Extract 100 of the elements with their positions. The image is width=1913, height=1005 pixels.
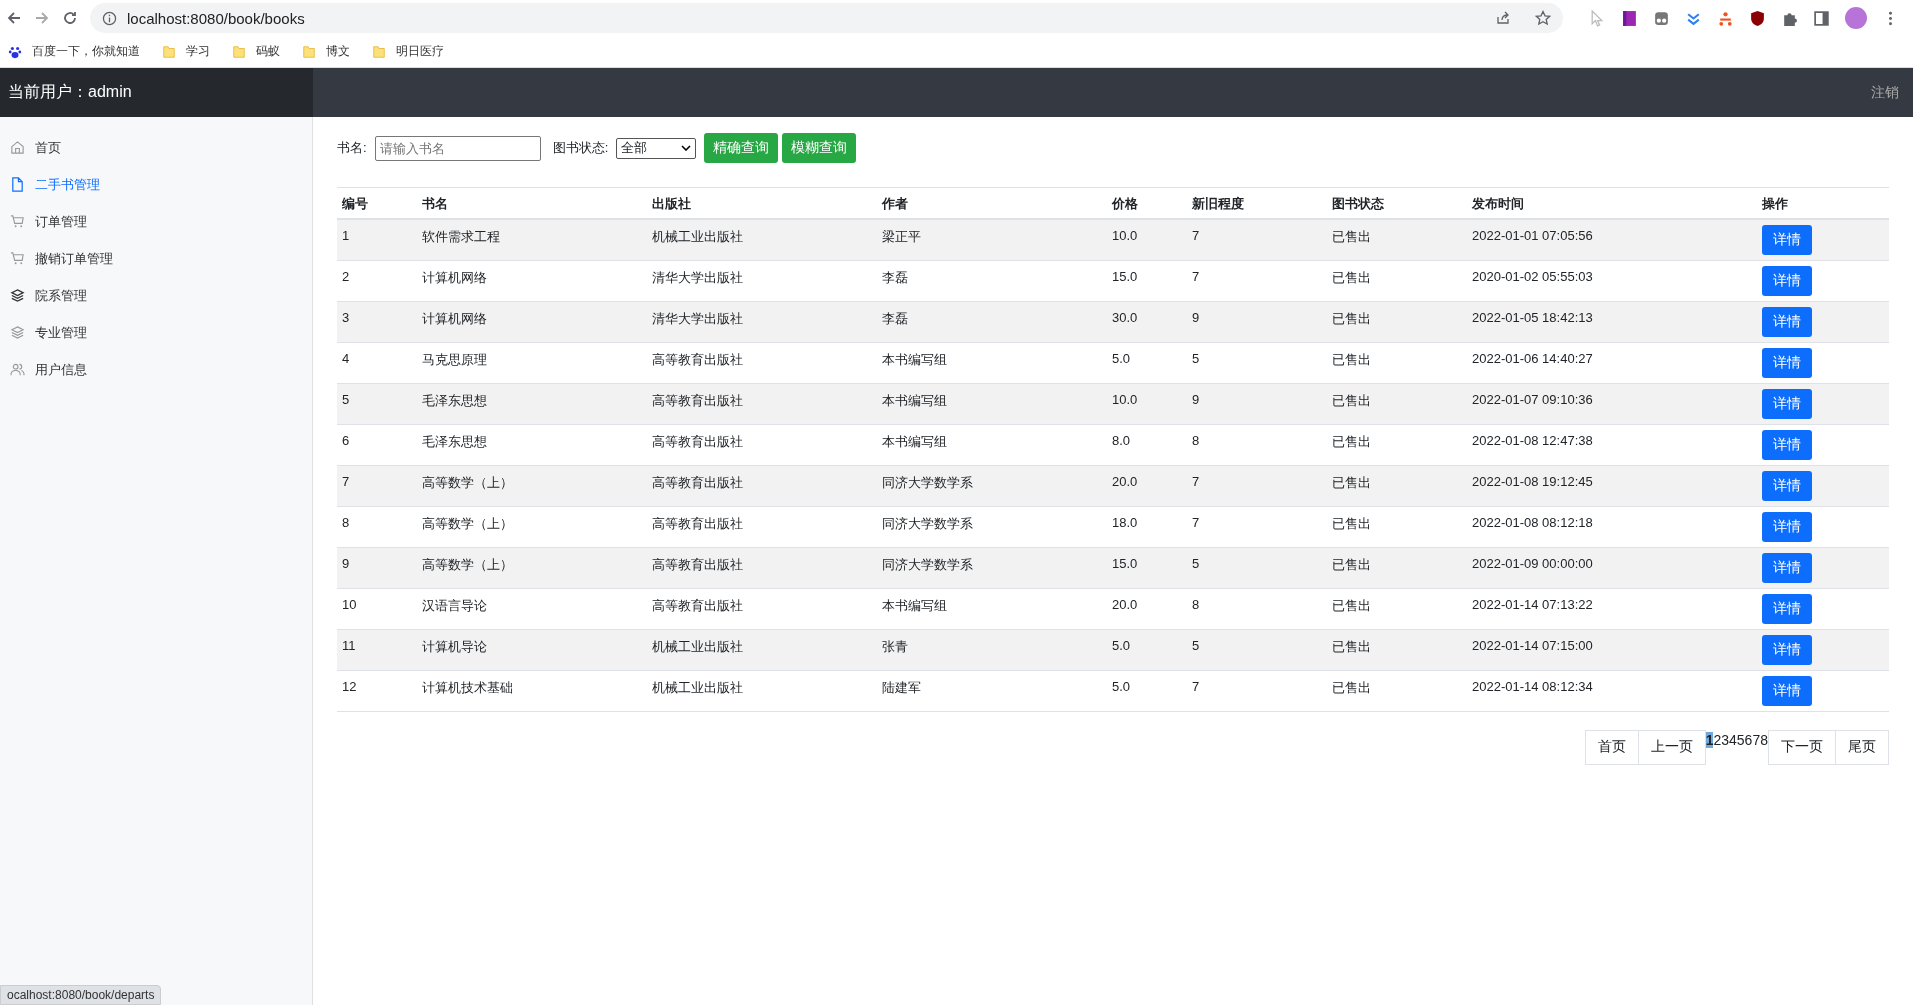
extension-icon[interactable] [1653, 9, 1670, 27]
table-cell: 15.0 [1112, 555, 1138, 571]
back-icon[interactable] [6, 10, 22, 26]
bookmark[interactable]: 百度一下，你就知道 [8, 43, 140, 60]
page-link[interactable]: 3 [1721, 731, 1729, 748]
first-page-button[interactable]: 首页 [1584, 729, 1639, 765]
status-dropdown[interactable]: 全部 [616, 137, 697, 159]
table-cell: 8 [1192, 432, 1200, 448]
current-user: 当前用户：admin [8, 82, 132, 102]
logout-link[interactable]: 注销 [1871, 83, 1899, 102]
details-button[interactable]: 详情 [1762, 429, 1812, 460]
table-cell: 已售出 [1332, 515, 1371, 531]
table-cell: 李磊 [882, 310, 908, 326]
table-cell: 毛泽东思想 [422, 392, 487, 408]
extension-icon[interactable] [1621, 9, 1638, 27]
table-cell: 本书编写组 [882, 597, 947, 613]
table-cell: 高等教育出版社 [652, 474, 743, 490]
page-link[interactable]: 2 [1713, 731, 1722, 748]
table-cell: 2022-01-08 08:12:18 [1472, 514, 1593, 530]
table-cell: 高等数学（上） [422, 474, 513, 490]
table-cell: 李磊 [882, 269, 908, 285]
house-icon [10, 140, 25, 155]
table-cell: 马克思原理 [422, 351, 487, 367]
table-cell: 已售出 [1332, 597, 1371, 613]
table-cell: 机械工业出版社 [652, 679, 743, 695]
bookmark[interactable]: 博文 [302, 43, 350, 60]
users-icon [10, 362, 25, 377]
table-cell: 3 [342, 309, 350, 325]
details-button[interactable]: 详情 [1762, 552, 1812, 583]
reload-icon[interactable] [62, 10, 78, 26]
side-panel-icon[interactable] [1813, 9, 1830, 27]
table-cell: 11 [342, 637, 356, 653]
details-button[interactable]: 详情 [1762, 675, 1812, 706]
details-button[interactable]: 详情 [1762, 593, 1812, 624]
table-cell: 8 [342, 514, 350, 530]
star-icon[interactable] [1535, 10, 1551, 26]
page-link[interactable]: 1 [1705, 731, 1714, 748]
field-label: 图书状态: [552, 139, 609, 157]
page-link[interactable]: 7 [1752, 731, 1761, 748]
details-button[interactable]: 详情 [1762, 306, 1812, 337]
next-page-button[interactable]: 下一页 [1768, 729, 1836, 765]
details-button[interactable]: 详情 [1762, 511, 1812, 542]
sidebar-item[interactable]: 专业管理 [0, 314, 312, 351]
info-icon[interactable] [102, 10, 117, 26]
table-cell: 5 [1192, 555, 1200, 571]
table-cell: 已售出 [1332, 556, 1371, 572]
table-cell: 计算机技术基础 [422, 679, 513, 695]
address-bar[interactable]: localhost:8080/book/books [90, 3, 1563, 33]
search-field[interactable]: 请输入书名 [374, 135, 541, 161]
prev-page-button[interactable]: 上一页 [1638, 729, 1706, 765]
shield-icon[interactable] [1749, 9, 1766, 27]
table-cell: 2022-01-08 19:12:45 [1472, 473, 1593, 489]
table-cell: 高等教育出版社 [652, 515, 743, 531]
table-cell: 高等教育出版社 [652, 597, 743, 613]
table-cell: 2022-01-14 07:13:22 [1472, 596, 1593, 612]
bookmark[interactable]: 明日医疗 [372, 43, 444, 60]
table-cell: 5 [342, 391, 350, 407]
table-cell: 5.0 [1112, 637, 1131, 653]
sidebar-item[interactable]: 用户信息 [0, 351, 312, 388]
last-page-button[interactable]: 尾页 [1836, 729, 1889, 765]
table-cell: 本书编写组 [882, 433, 947, 449]
status-bar: ocalhost:8080/book/departs [0, 985, 162, 1005]
sidebar-item[interactable]: 二手书管理 [0, 166, 312, 203]
folder-icon [232, 44, 246, 59]
table-cell: 高等教育出版社 [652, 392, 743, 408]
table-cell: 8 [1192, 596, 1200, 612]
details-button[interactable]: 详情 [1762, 265, 1812, 296]
folder-icon [372, 44, 386, 59]
table-cell: 张青 [882, 638, 908, 654]
share-icon[interactable] [1495, 10, 1511, 26]
table-cell: 计算机网络 [422, 310, 487, 326]
bookmark[interactable]: 学习 [162, 43, 210, 60]
page-link[interactable]: 4 [1729, 731, 1737, 748]
table-cell: 2022-01-09 00:00:00 [1472, 555, 1593, 571]
details-button[interactable]: 详情 [1762, 634, 1812, 665]
table-cell: 毛泽东思想 [422, 433, 487, 449]
table-cell: 已售出 [1332, 679, 1371, 695]
sidebar-item[interactable]: 撤销订单管理 [0, 240, 312, 277]
cart-icon [10, 214, 25, 229]
bookmark[interactable]: 码蚁 [232, 43, 280, 60]
paw-icon [8, 44, 22, 59]
page-link[interactable]: 6 [1744, 731, 1753, 748]
table-cell: 20.0 [1112, 473, 1138, 489]
sidebar-item[interactable]: 首页 [0, 129, 312, 166]
table-cell: 15.0 [1112, 268, 1138, 284]
details-button[interactable]: 详情 [1762, 470, 1812, 501]
table-cell: 高等教育出版社 [652, 433, 743, 449]
page-link[interactable]: 5 [1736, 731, 1745, 748]
table-cell: 2022-01-14 07:15:00 [1472, 637, 1593, 653]
sidebar-item[interactable]: 订单管理 [0, 203, 312, 240]
page-link[interactable]: 8 [1760, 731, 1768, 748]
table-cell: 2022-01-14 08:12:34 [1472, 678, 1593, 694]
layers-icon [10, 325, 25, 340]
profile-avatar[interactable] [1845, 7, 1867, 29]
sidebar-item[interactable]: 院系管理 [0, 277, 312, 314]
table-cell: 2 [342, 268, 350, 284]
details-button[interactable]: 详情 [1762, 347, 1812, 378]
details-button[interactable]: 详情 [1762, 388, 1812, 419]
details-button[interactable]: 详情 [1762, 225, 1812, 255]
table-cell: 梁正平 [882, 229, 921, 244]
